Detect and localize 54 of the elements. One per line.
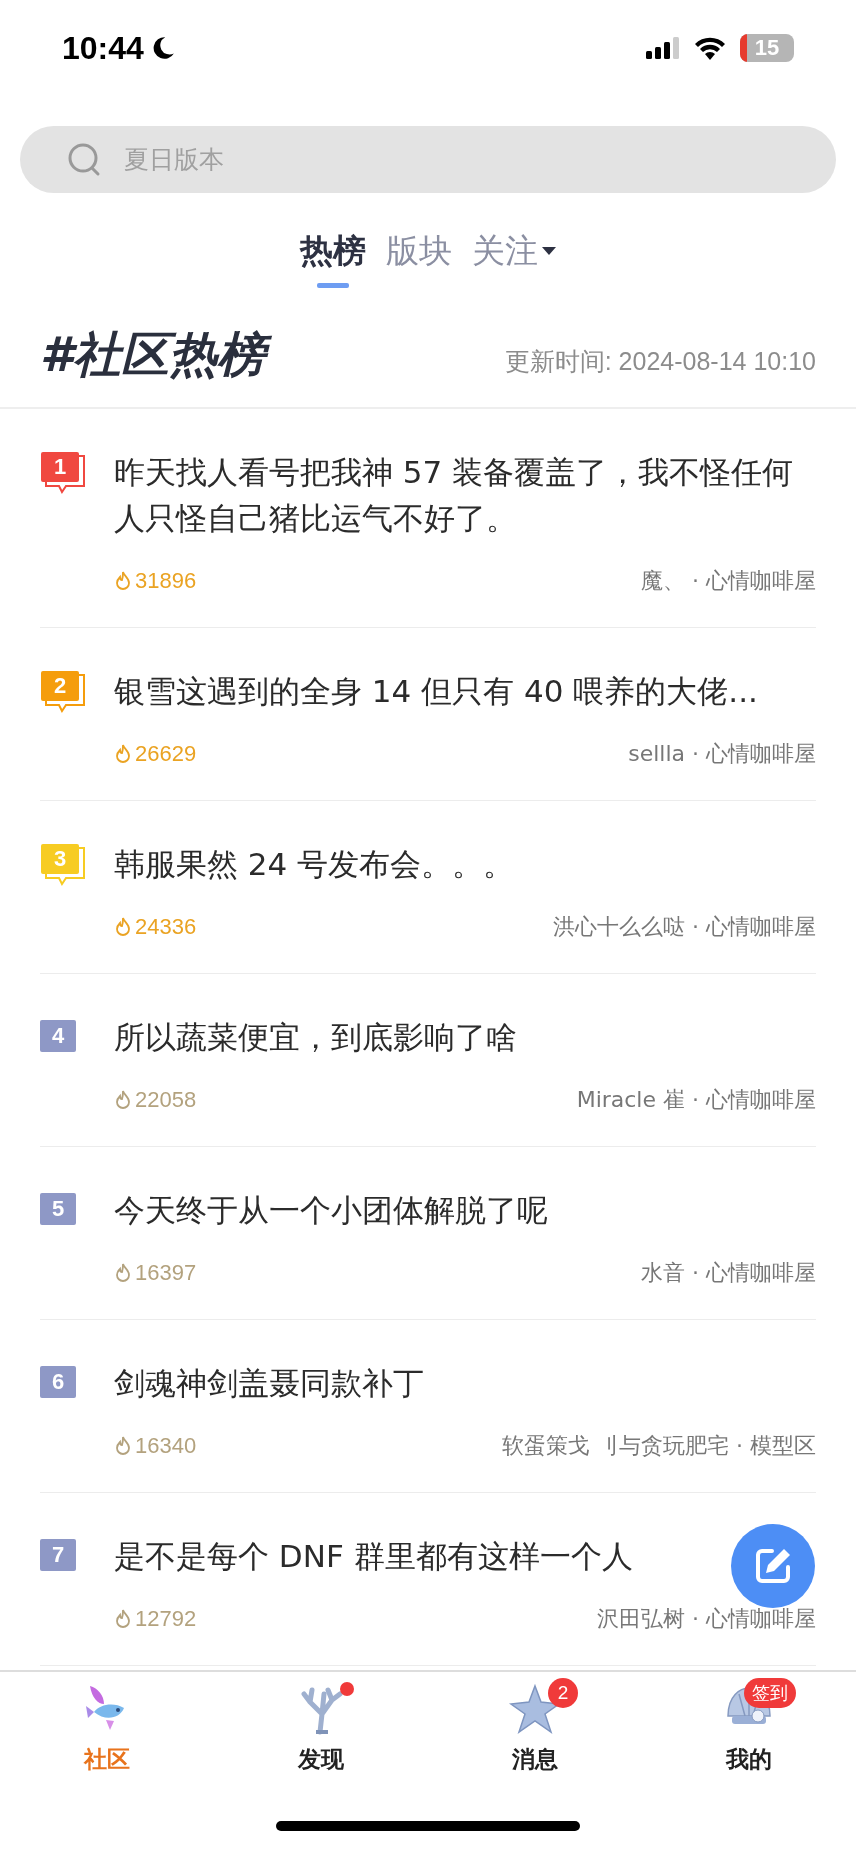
flame-icon [114, 1609, 132, 1629]
heat-count: 31896 [135, 568, 197, 594]
check-in-tag: 签到 [744, 1678, 796, 1708]
rank-badge: 4 [40, 1020, 76, 1052]
post-title: 是不是每个 DNF 群里都有这样一个人 [114, 1537, 633, 1576]
post-source: sellla · 心情咖啡屋 [628, 740, 816, 768]
heat-count: 26629 [135, 741, 197, 767]
heat-count: 16340 [135, 1433, 197, 1459]
caret-icon [542, 246, 556, 256]
post-source: 魔、 · 心情咖啡屋 [641, 567, 816, 595]
signal-icon [646, 37, 680, 59]
section-title: #社区热榜 [40, 322, 276, 386]
tab[interactable]: 热榜 [300, 225, 366, 277]
rank-badge: 5 [40, 1193, 76, 1225]
flame-icon [114, 917, 132, 937]
post-title: 剑魂神剑盖聂同款补丁 [114, 1364, 424, 1403]
search-bar[interactable]: 夏日版本 [20, 126, 836, 193]
post-title: 韩服果然 24 号发布会。。。 [114, 845, 515, 884]
nav-tab[interactable]: 发现 [214, 1672, 428, 1800]
heat-count: 16397 [135, 1260, 197, 1286]
post-title: 银雪这遇到的全身 14 但只有 40 喂养的大佬... [114, 672, 758, 711]
post-row[interactable]: 6 剑魂神剑盖聂同款补丁 16340 软蛋策戈 刂与贪玩肥宅 · 模型区 [40, 1320, 816, 1493]
post-source: 洪心十么么哒 · 心情咖啡屋 [553, 913, 816, 941]
post-row[interactable]: 3 韩服果然 24 号发布会。。。 24336 洪心十么么哒 · 心情咖啡屋 [40, 801, 816, 974]
rank-badge: 7 [40, 1539, 76, 1571]
flame-icon [114, 1090, 132, 1110]
post-row[interactable]: 2 银雪这遇到的全身 14 但只有 40 喂养的大佬... 26629 sellla · 心情咖啡屋 [40, 628, 816, 801]
nav-tab[interactable]: 2 消息 [428, 1672, 642, 1800]
post-source: 沢田弘树 · 心情咖啡屋 [597, 1605, 816, 1633]
flame-icon [114, 1436, 132, 1456]
wifi-icon [694, 36, 726, 60]
battery-indicator: 15 [740, 34, 794, 62]
flame-icon [114, 744, 132, 764]
rank-badge: 6 [40, 1366, 76, 1398]
post-row[interactable]: 5 今天终于从一个小团体解脱了呢 16397 水音 · 心情咖啡屋 [40, 1147, 816, 1320]
update-time: 更新时间: 2024-08-14 10:10 [504, 345, 816, 377]
post-title: 所以蔬菜便宜，到底影响了啥 [114, 1018, 517, 1057]
search-input[interactable]: 夏日版本 [122, 144, 808, 175]
flame-icon [114, 1263, 132, 1283]
heat-count: 12792 [135, 1606, 197, 1632]
heat-count: 22058 [135, 1087, 197, 1113]
post-source: Miracle 崔 · 心情咖啡屋 [576, 1086, 816, 1114]
notification-count: 2 [548, 1678, 578, 1708]
notification-dot [340, 1682, 354, 1696]
post-row[interactable]: 1 昨天找人看号把我神 57 装备覆盖了，我不怪任何人只怪自己猪比运气不好了。 31896 魔、 · 心情咖啡屋 [40, 409, 816, 628]
post-row[interactable]: 4 所以蔬菜便宜，到底影响了啥 22058 Miracle 崔 · 心情咖啡屋 [40, 974, 816, 1147]
heat-count: 24336 [135, 914, 197, 940]
nav-tab[interactable]: 签到 我的 [642, 1672, 856, 1800]
status-time: 10:44 [62, 29, 144, 67]
post-title: 今天终于从一个小团体解脱了呢 [114, 1191, 548, 1230]
flame-icon [114, 571, 132, 591]
post-title: 昨天找人看号把我神 57 装备覆盖了，我不怪任何人只怪自己猪比运气不好了。 [114, 453, 795, 538]
post-source: 水音 · 心情咖啡屋 [641, 1259, 816, 1287]
post-source: 软蛋策戈 刂与贪玩肥宅 · 模型区 [502, 1432, 816, 1460]
